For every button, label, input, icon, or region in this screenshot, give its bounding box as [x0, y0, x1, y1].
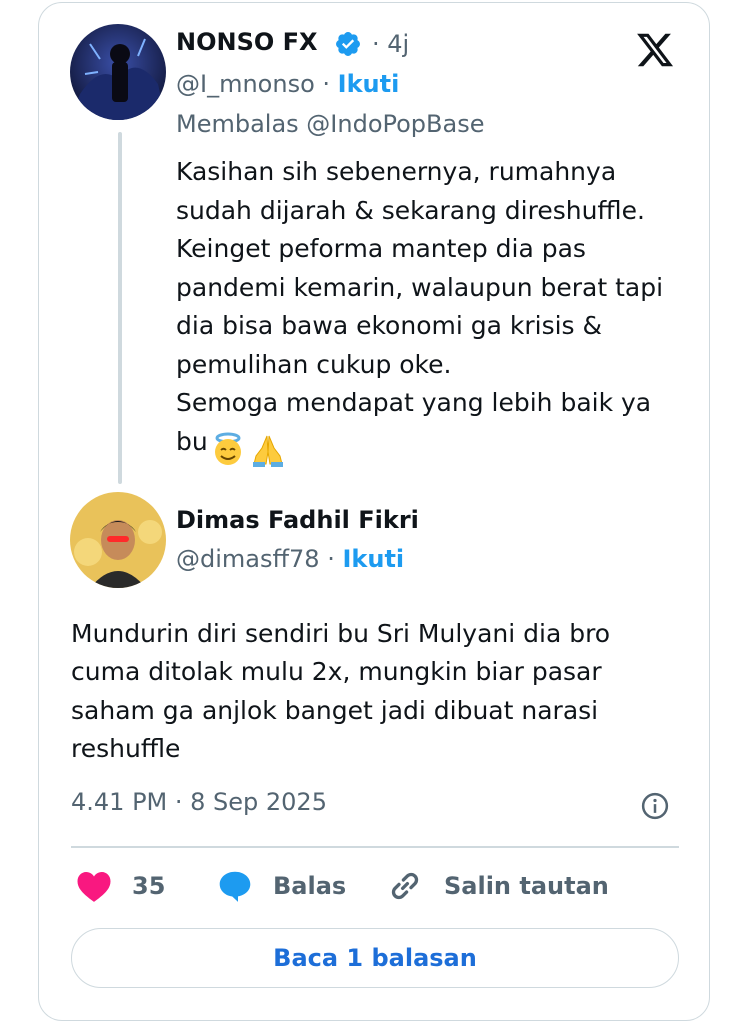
- replying-to[interactable]: Membalas @IndoPopBase: [176, 110, 484, 138]
- like-count: 35: [132, 872, 166, 900]
- avatar-dimas[interactable]: [70, 492, 166, 588]
- main-line: Mundurin diri sendiri bu Sri Mulyani dia…: [71, 619, 611, 648]
- smiling-face-with-halo-icon: [215, 432, 241, 465]
- copy-link-button[interactable]: Salin tautan: [386, 866, 609, 906]
- divider: [71, 846, 679, 848]
- x-logo-icon[interactable]: [633, 30, 677, 70]
- follow-button-nonso[interactable]: Ikuti: [338, 70, 400, 98]
- info-icon[interactable]: [640, 791, 670, 821]
- heart-icon: [77, 872, 111, 902]
- reply-line: sudah dijarah & sekarang direshuffle.: [176, 196, 645, 225]
- reply-handle-row: @I_mnonso · Ikuti: [176, 70, 400, 98]
- reply-author-name[interactable]: NONSO FX: [176, 28, 318, 56]
- main-author-name[interactable]: Dimas Fadhil Fikri: [176, 506, 419, 534]
- avatar-nonso[interactable]: [70, 24, 166, 120]
- reply-bubble-icon: [219, 871, 251, 902]
- like-button[interactable]: 35: [76, 866, 165, 906]
- reply-line: bu: [176, 427, 208, 456]
- thread-line: [118, 132, 122, 484]
- follow-button-dimas[interactable]: Ikuti: [342, 545, 404, 573]
- read-replies-button[interactable]: Baca 1 balasan: [71, 928, 679, 988]
- reply-line: Semoga mendapat yang lebih baik ya: [176, 388, 652, 417]
- reply-line: pandemi kemarin, walaupun berat tapi: [176, 273, 664, 302]
- main-line: saham ga anjlok banget jadi dibuat naras…: [71, 696, 599, 725]
- tweet-timestamp[interactable]: 4.41 PM · 8 Sep 2025: [71, 788, 327, 816]
- reply-handle[interactable]: @I_mnonso: [176, 70, 315, 98]
- verified-badge-icon: [336, 32, 360, 56]
- reply-button[interactable]: Balas: [217, 866, 346, 906]
- folded-hands-icon: [253, 435, 283, 467]
- reply-label: Balas: [273, 872, 347, 900]
- reply-line: pemulihan cukup oke.: [176, 350, 452, 379]
- main-line: cuma ditolak mulu 2x, mungkin biar pasar: [71, 657, 602, 686]
- reply-time-ago: · 4j: [372, 30, 410, 58]
- reply-line: dia bisa bawa ekonomi ga krisis &: [176, 311, 603, 340]
- main-line: reshuffle: [71, 734, 181, 763]
- main-handle-row: @dimasff78 · Ikuti: [176, 545, 405, 573]
- reply-line: Keinget peforma mantep dia pas: [176, 234, 586, 263]
- main-handle[interactable]: @dimasff78: [176, 545, 320, 573]
- reply-line: Kasihan sih sebenernya, rumahnya: [176, 157, 617, 186]
- copy-link-label: Salin tautan: [444, 872, 609, 900]
- link-icon: [391, 872, 419, 900]
